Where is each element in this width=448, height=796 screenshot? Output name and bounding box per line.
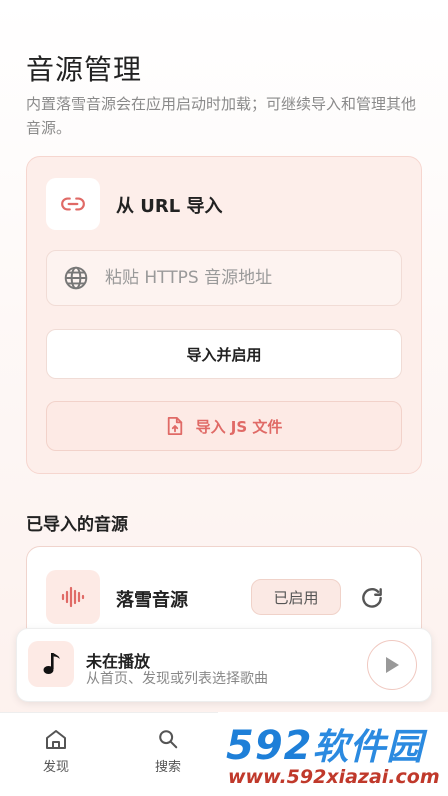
watermark-brand: 软件园	[312, 727, 424, 768]
player-artwork	[28, 641, 74, 687]
waveform-icon	[61, 586, 85, 608]
play-button[interactable]	[367, 640, 417, 690]
import-card-title: 从 URL 导入	[116, 196, 223, 217]
source-icon-box	[46, 570, 100, 624]
player-subtitle: 从首页、发现或列表选择歌曲	[86, 671, 268, 687]
nav-item-discover[interactable]: 发现	[26, 728, 86, 775]
music-note-icon	[43, 653, 60, 674]
import-enable-button[interactable]: 导入并启用	[46, 329, 402, 379]
search-icon	[159, 730, 178, 749]
play-icon	[386, 657, 399, 673]
link-icon	[61, 197, 85, 211]
import-js-file-button[interactable]: 导入 JS 文件	[46, 401, 402, 451]
file-upload-icon	[167, 417, 182, 435]
watermark-number: 592	[226, 723, 313, 769]
nav-label-discover: 发现	[42, 760, 69, 775]
nav-label-search: 搜索	[154, 760, 181, 775]
watermark-site: www.592xiazai.com	[228, 766, 440, 788]
page-title: 音源管理	[26, 53, 143, 86]
refresh-icon[interactable]	[358, 584, 386, 612]
import-js-label: 导入 JS 文件	[195, 417, 283, 436]
url-input-wrapper[interactable]	[46, 250, 402, 306]
nav-item-search[interactable]: 搜索	[138, 728, 198, 775]
watermark-logo: 592软件园	[226, 718, 424, 770]
page-subtitle: 内置落雪音源会在应用启动时加载；可继续导入和管理其他音源。	[26, 95, 417, 137]
imported-section-title: 已导入的音源	[26, 515, 128, 535]
import-icon-box	[46, 178, 100, 230]
home-icon	[46, 730, 66, 749]
url-input[interactable]	[105, 268, 375, 288]
globe-icon	[64, 266, 88, 290]
source-status-button[interactable]: 已启用	[251, 579, 341, 615]
source-name: 落雪音源	[116, 590, 188, 611]
